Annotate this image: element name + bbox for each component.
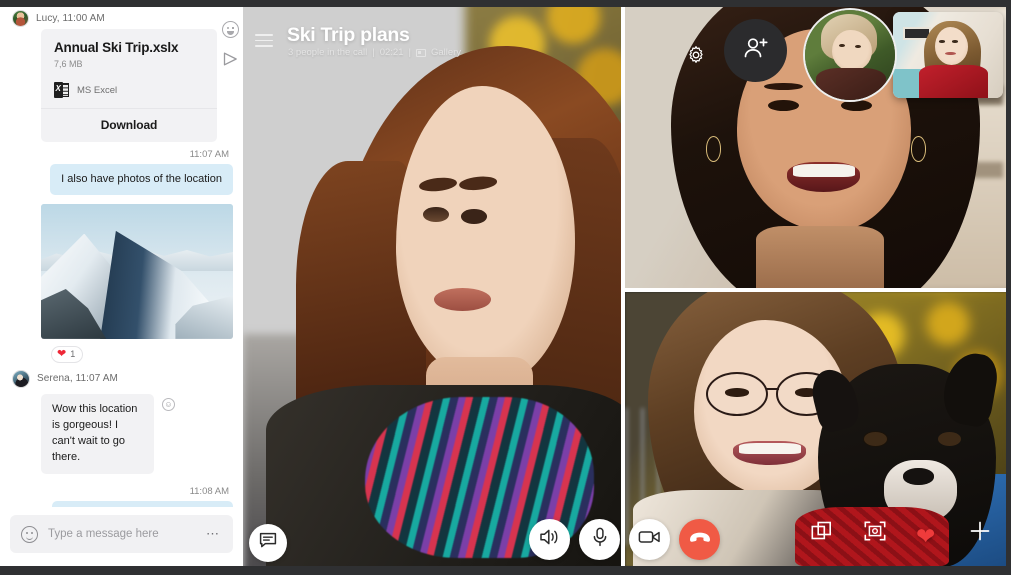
smiley-icon[interactable]: ☺ <box>162 397 175 411</box>
window-chrome-right <box>1006 0 1011 575</box>
file-type-label: MS Excel <box>77 84 118 96</box>
separator: | <box>372 47 375 58</box>
share-screen-icon[interactable] <box>811 521 833 546</box>
people-count: 3 people in the call <box>288 47 368 58</box>
separator: | <box>408 47 411 58</box>
speaker-button[interactable] <box>529 519 570 560</box>
hamburger-menu-icon[interactable] <box>255 34 273 47</box>
message-bubble-outgoing[interactable]: Hehe, I thought you would like it. <box>52 500 233 507</box>
add-person-icon <box>743 36 769 65</box>
file-name: Annual Ski Trip.xslx <box>54 40 179 55</box>
message-bubble-outgoing[interactable]: I also have photos of the location <box>50 164 233 195</box>
message-header: Lucy, 11:00 AM <box>10 7 233 29</box>
participant-avatar[interactable] <box>803 8 897 102</box>
message-timestamp: 11:07 AM <box>189 149 229 160</box>
view-mode-label[interactable]: Gallery <box>431 47 461 58</box>
heart-icon[interactable]: ❤ <box>916 525 935 548</box>
message-bubble-incoming[interactable]: Wow this location is gorgeous! I can't w… <box>41 393 175 474</box>
file-attachment-card[interactable]: Annual Ski Trip.xslx 7,6 MB X MS Excel D… <box>41 29 217 142</box>
gear-icon[interactable] <box>686 45 706 70</box>
file-size: 7,6 MB <box>54 59 83 69</box>
chat-panel: Lucy, 11:00 AM Annual Ski Trip.xslx 7,6 … <box>0 0 243 575</box>
window-chrome-bottom <box>0 566 1011 575</box>
message-text: Wow this location is gorgeous! I can't w… <box>52 402 138 463</box>
avatar <box>12 10 29 27</box>
open-chat-button[interactable] <box>249 524 287 562</box>
microphone-button[interactable] <box>579 519 620 560</box>
composer-area: Type a message here ⋯ <box>0 507 243 566</box>
message-timestamp: 11:08 AM <box>189 485 229 497</box>
more-options-icon[interactable]: ⋯ <box>206 527 221 540</box>
message-composer[interactable]: Type a message here ⋯ <box>10 515 233 553</box>
main-video-tile[interactable] <box>243 0 625 575</box>
file-card-body: Annual Ski Trip.xslx 7,6 MB X MS Excel <box>41 29 217 108</box>
heart-icon: ❤ <box>57 347 67 360</box>
call-subtitle: 3 people in the call | 02:21 | Gallery <box>288 47 461 58</box>
chat-bubble-icon <box>259 532 277 554</box>
speaker-icon <box>539 528 560 551</box>
message-reaction[interactable]: ❤ 1 <box>51 345 84 363</box>
message-input[interactable]: Type a message here <box>48 528 196 540</box>
call-timer: 02:21 <box>379 47 404 58</box>
snapshot-icon[interactable] <box>864 521 886 546</box>
excel-icon: X <box>54 82 69 98</box>
camera-button[interactable] <box>629 519 670 560</box>
send-icon[interactable] <box>223 52 238 71</box>
add-person-button[interactable] <box>724 19 787 82</box>
video-camera-icon <box>638 529 661 550</box>
app-window: Lucy, 11:00 AM Annual Ski Trip.xslx 7,6 … <box>0 0 1011 575</box>
hangup-button[interactable] <box>679 519 720 560</box>
microphone-icon <box>592 527 608 552</box>
plus-icon[interactable] <box>969 520 991 547</box>
gallery-icon <box>415 48 426 57</box>
smiley-icon[interactable] <box>21 525 38 543</box>
message-sender-time: Serena, 11:07 AM <box>37 373 118 385</box>
smiley-icon[interactable] <box>222 21 239 38</box>
call-area: Ski Trip plans 3 people in the call | 02… <box>243 0 1011 575</box>
download-button[interactable]: Download <box>41 108 217 142</box>
reaction-count: 1 <box>70 349 76 360</box>
image-attachment[interactable] <box>41 203 233 339</box>
file-type-row: X MS Excel <box>54 82 204 98</box>
chat-rail <box>222 21 239 71</box>
message-sender-time: Lucy, 11:00 AM <box>36 13 105 24</box>
self-view-thumbnail[interactable] <box>893 12 1003 98</box>
avatar <box>12 369 30 388</box>
window-chrome-top <box>0 0 1011 7</box>
call-title: Ski Trip plans <box>287 24 410 46</box>
hangup-phone-icon <box>688 530 712 549</box>
chat-message-list[interactable]: Lucy, 11:00 AM Annual Ski Trip.xslx 7,6 … <box>0 7 243 507</box>
message-header: Serena, 11:07 AM <box>10 367 233 390</box>
